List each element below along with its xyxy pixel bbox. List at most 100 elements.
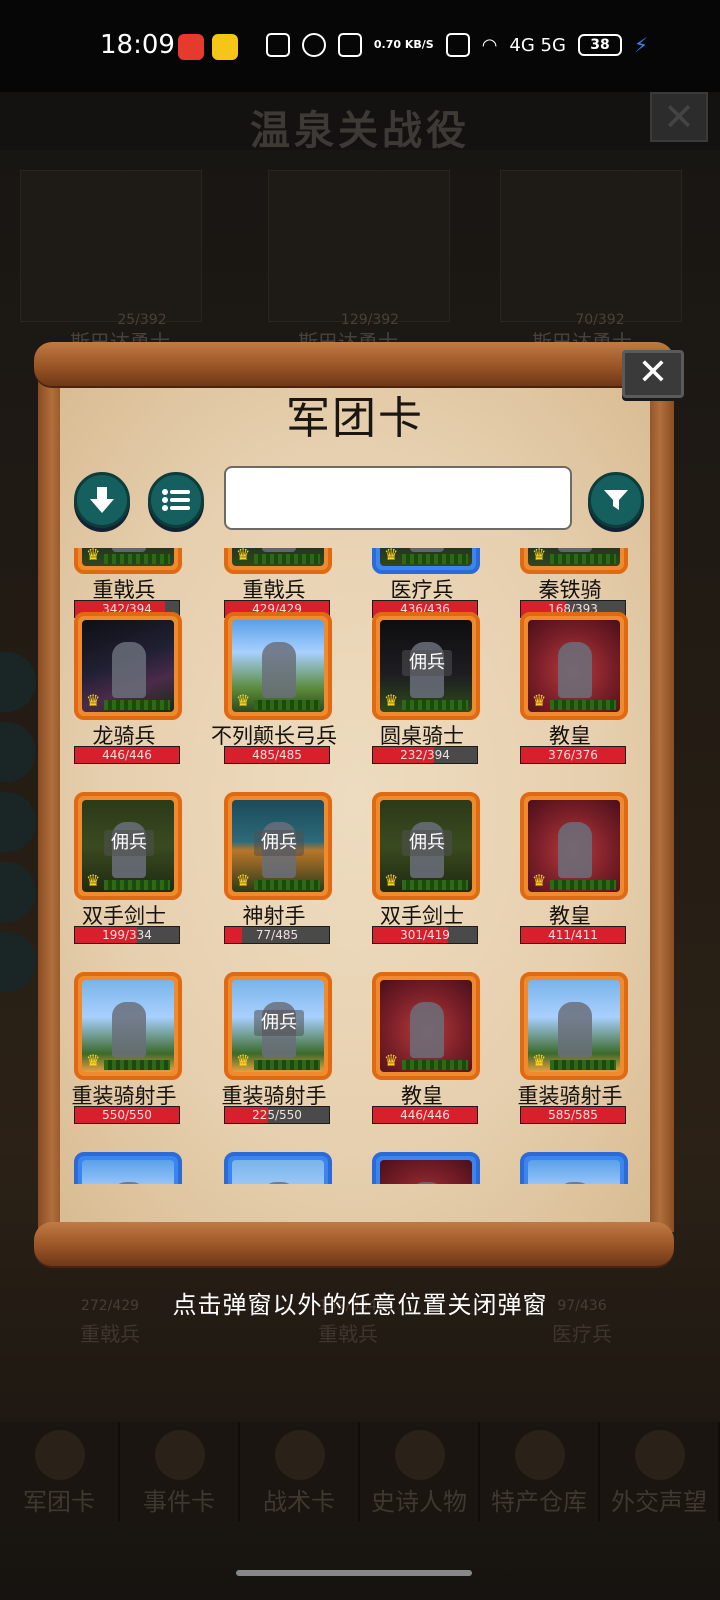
card-portrait-frame: ♛ [520,1152,628,1184]
unit-figure [262,548,296,552]
background-side-button [0,792,36,852]
background-unit-panel [500,170,682,322]
legion-card[interactable]: ♛ 教皇 411/411 [506,792,634,962]
hp-text: 232/394 [400,748,450,762]
unit-figure [558,642,592,698]
grass-decoration [104,880,170,890]
mute-icon [337,33,362,57]
helmet-icon [35,1430,85,1480]
crown-icon [395,1430,445,1480]
envelope-icon [635,1430,685,1480]
unit-portrait-image: ♛ [232,548,324,566]
mercenary-badge: 佣兵 [402,650,452,676]
chest-icon [515,1430,565,1480]
legion-card[interactable]: ♛ 教皇 376/376 [506,612,634,782]
grass-decoration [402,554,468,564]
hp-bar: 225/550 [224,1106,330,1124]
background-side-button [0,932,36,992]
search-input[interactable] [224,466,572,530]
home-indicator[interactable] [236,1570,472,1576]
hp-text: 225/550 [252,1108,302,1122]
unit-figure [558,822,592,878]
hp-text: 446/446 [400,1108,450,1122]
card-portrait-frame: ♛ [74,612,182,720]
download-button[interactable] [74,472,130,528]
card-portrait-frame: ♛ 佣兵 [74,792,182,900]
crown-icon: ♛ [532,871,547,890]
charging-icon: ⚡ [633,33,648,57]
unit-portrait-image: ♛ [528,548,620,566]
grass-decoration [104,700,170,710]
unit-portrait-image: ♛ [380,548,472,566]
nav-item-epic-figures: 史诗人物 [360,1422,480,1522]
unit-portrait-image: ♛ [82,980,174,1072]
card-portrait-frame: ♛ [372,548,480,574]
card-portrait-frame: ♛ [74,972,182,1080]
unit-portrait-image: ♛ [232,620,324,712]
scroll-rod-top [34,342,674,386]
crown-icon: ♛ [236,691,251,710]
legion-card[interactable]: ♛ 佣兵 神射手 77/485 [210,792,338,962]
hp-bar: 411/411 [520,926,626,944]
crown-icon: ♛ [532,1051,547,1070]
legion-card[interactable]: ♛ 佣兵 双手剑士 301/419 [358,792,486,962]
unit-figure [410,548,444,552]
list-view-button[interactable] [148,472,204,528]
legion-card[interactable]: ♛ [60,1152,188,1184]
hp-bar: 485/485 [224,746,330,764]
legion-card[interactable]: ♛ 佣兵 重装骑射手 225/550 [210,972,338,1142]
grass-decoration [104,1060,170,1070]
hp-bar: 376/376 [520,746,626,764]
crown-icon: ♛ [384,871,399,890]
legion-card[interactable]: ♛ 教皇 446/446 [358,972,486,1142]
legion-card[interactable]: ♛ [358,1152,486,1184]
unit-portrait-image: ♛ [232,1160,324,1184]
grass-decoration [402,1060,468,1070]
card-portrait-frame: ♛ [520,612,628,720]
scroll-rod-bottom [34,1222,674,1266]
crown-icon: ♛ [532,548,547,564]
filter-button[interactable] [588,472,644,528]
background-bottom-nav: 军团卡 事件卡 战术卡 史诗人物 特产仓库 外交声望 [0,1422,720,1522]
hp-text: 585/585 [548,1108,598,1122]
legion-card[interactable]: ♛ 龙骑兵 446/446 [60,612,188,782]
legion-card[interactable]: ♛ [506,1152,634,1184]
legion-card[interactable]: ♛ 不列颠长弓兵 485/485 [210,612,338,782]
card-portrait-frame: ♛ 佣兵 [372,612,480,720]
hp-bar: 232/394 [372,746,478,764]
unit-portrait-image: ♛ [380,1160,472,1184]
hp-bar: 446/446 [74,746,180,764]
card-portrait-frame: ♛ 佣兵 [372,792,480,900]
status-bar: 18:09 0.70 KB/S ◠ 4G 5G 38 ⚡ [0,0,720,92]
hp-text: 199/334 [102,928,152,942]
hp-text: 485/485 [252,748,302,762]
unit-portrait-image: ♛ [528,800,620,892]
card-portrait-frame: ♛ [372,1152,480,1184]
nfc-icon [265,33,290,57]
arrow-down-icon [90,487,114,513]
grass-decoration [254,700,320,710]
unit-portrait-image: ♛ [82,620,174,712]
unit-figure [410,1002,444,1058]
unit-portrait-image: ♛ 佣兵 [82,800,174,892]
legion-card[interactable]: ♛ 佣兵 圆桌骑士 232/394 [358,612,486,782]
nav-item-legion-cards: 军团卡 [0,1422,120,1522]
background-unit-panel [20,170,202,322]
legion-card[interactable]: ♛ [210,1152,338,1184]
card-portrait-frame: ♛ [520,972,628,1080]
legion-card[interactable]: ♛ 重装骑射手 585/585 [506,972,634,1142]
legion-card[interactable]: ♛ 重装骑射手 550/550 [60,972,188,1142]
legion-card[interactable]: ♛ 佣兵 双手剑士 199/334 [60,792,188,962]
scroll-icon [155,1430,205,1480]
unit-portrait-image: ♛ 佣兵 [232,980,324,1072]
alarm-icon [301,33,326,57]
hp-bar: 585/585 [520,1106,626,1124]
hp-bar: 446/446 [372,1106,478,1124]
card-portrait-frame: ♛ [224,612,332,720]
crown-icon: ♛ [384,691,399,710]
grass-decoration [402,880,468,890]
crown-icon: ♛ [236,548,251,564]
unit-figure [558,548,592,552]
card-grid[interactable]: ♛ 重戟兵 342/394 ♛ 重戟兵 429/429 ♛ 医疗兵 436/436 ♛ 秦铁骑 168… [60,548,650,1184]
background-side-button [0,862,36,922]
